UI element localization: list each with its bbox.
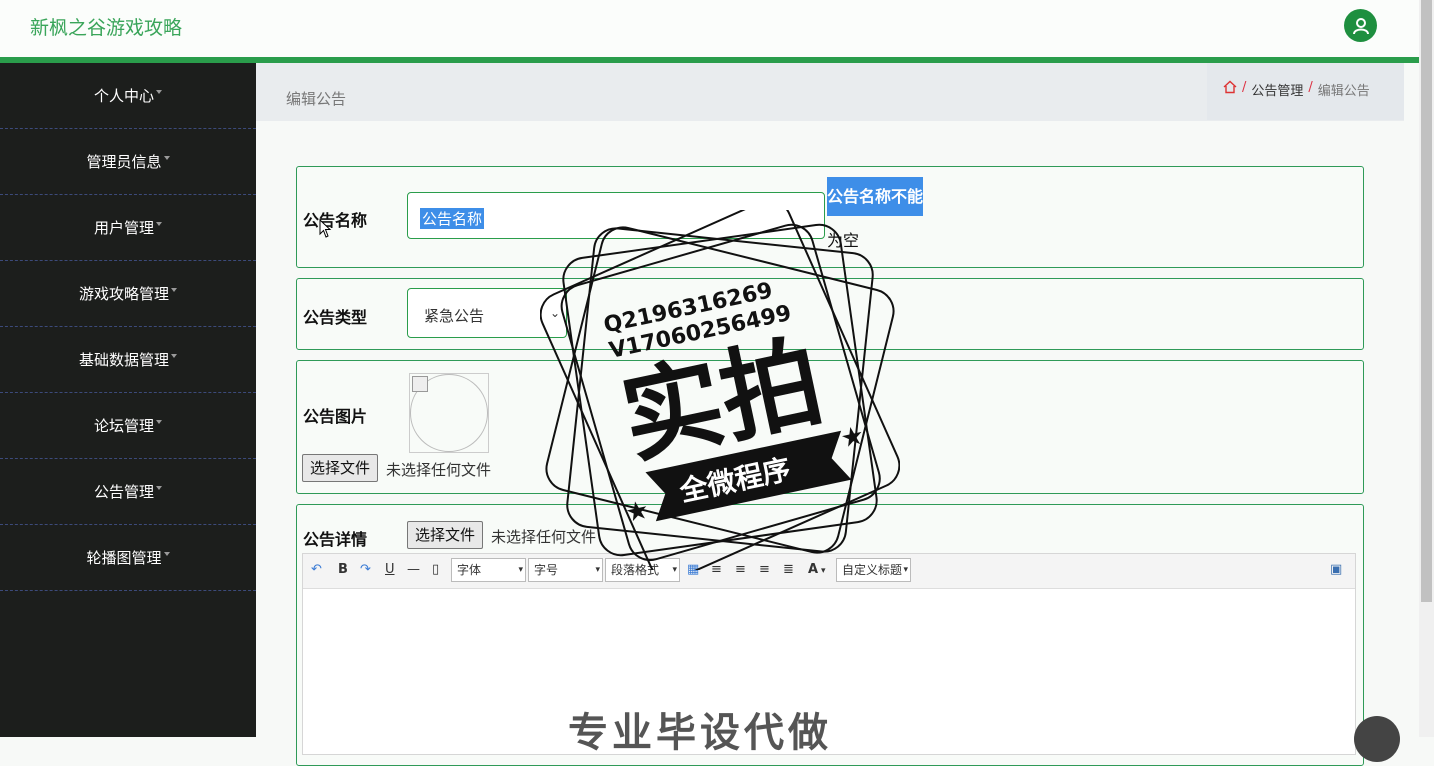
page-title: 编辑公告 <box>286 90 347 108</box>
underline-button[interactable]: U <box>385 562 395 577</box>
horizontal-rule-icon[interactable]: — <box>407 562 420 577</box>
select-label: 字体 <box>457 563 482 577</box>
top-bar: 新枫之谷游戏攻略 <box>0 0 1419 63</box>
choose-detail-file-button[interactable]: 选择文件 <box>407 521 484 549</box>
mouse-cursor-icon <box>319 219 332 238</box>
sidebar-item-label: 用户管理 <box>93 219 154 237</box>
caret-down-icon <box>171 353 177 358</box>
breadcrumb: / 公告管理 / 编辑公告 <box>1207 63 1404 120</box>
sidebar-item-label: 游戏攻略管理 <box>78 285 169 303</box>
caret-down-icon <box>156 419 162 424</box>
sidebar: 个人中心 管理员信息 用户管理 游戏攻略管理 基础数据管理 论坛管理 公告管理 … <box>0 63 256 737</box>
bold-button[interactable]: B <box>338 562 348 577</box>
image-preview <box>409 373 489 453</box>
redo-icon[interactable]: ↷ <box>360 562 371 577</box>
app-title[interactable]: 新枫之谷游戏攻略 <box>30 13 182 40</box>
sidebar-item-carousel[interactable]: 轮播图管理 <box>0 525 256 591</box>
caret-down-icon <box>156 485 162 490</box>
field-label: 公告图片 <box>303 407 368 426</box>
user-avatar-icon[interactable] <box>1344 9 1377 42</box>
watermark-bottom-text: 专业毕设代做 <box>568 710 832 756</box>
choose-image-button[interactable]: 选择文件 <box>302 454 379 482</box>
star-icon: ★ <box>838 420 867 454</box>
sidebar-item-users[interactable]: 用户管理 <box>0 195 256 261</box>
sidebar-item-label: 轮播图管理 <box>86 549 162 567</box>
breadcrumb-separator: / <box>1242 80 1247 95</box>
sidebar-item-admin[interactable]: 管理员信息 <box>0 129 256 195</box>
caret-down-icon <box>163 551 170 556</box>
home-icon[interactable] <box>1223 80 1237 98</box>
undo-icon[interactable]: ↶ <box>311 562 322 577</box>
caret-down-icon: ▾ <box>518 565 523 575</box>
preview-icon[interactable]: ▣ <box>1330 562 1342 577</box>
sidebar-item-forum[interactable]: 论坛管理 <box>0 393 256 459</box>
breadcrumb-bar: 编辑公告 / 公告管理 / 编辑公告 <box>256 63 1404 121</box>
font-family-select[interactable]: 字体 ▾ <box>451 558 526 582</box>
sidebar-item-guides[interactable]: 游戏攻略管理 <box>0 261 256 327</box>
back-to-top-button[interactable] <box>1354 716 1400 762</box>
sidebar-item-label: 公告管理 <box>93 483 154 501</box>
field-label: 公告名称 <box>303 211 368 230</box>
watermark-stamp: Q2196316269 V17060256499 实拍 全微程序 ★ ★ <box>540 210 900 570</box>
caret-down-icon <box>163 155 170 160</box>
breadcrumb-link[interactable]: 公告管理 <box>1251 80 1303 99</box>
image-file-status: 未选择任何文件 <box>386 461 492 479</box>
breadcrumb-separator: / <box>1308 80 1313 95</box>
broken-image-icon <box>412 376 428 392</box>
sidebar-item-notices[interactable]: 公告管理 <box>0 459 256 525</box>
field-label: 公告类型 <box>303 308 368 327</box>
sidebar-item-label: 基础数据管理 <box>78 351 169 369</box>
field-label: 公告详情 <box>303 530 368 549</box>
select-value: 紧急公告 <box>424 307 485 325</box>
caret-down-icon <box>156 221 162 226</box>
caret-down-icon <box>171 287 177 292</box>
scrollbar-thumb[interactable] <box>1421 0 1432 602</box>
sidebar-item-label: 论坛管理 <box>93 417 154 435</box>
breadcrumb-current: 编辑公告 <box>1317 84 1370 99</box>
sidebar-item-basedata[interactable]: 基础数据管理 <box>0 327 256 393</box>
sidebar-item-label: 管理员信息 <box>86 153 162 171</box>
sidebar-item-label: 个人中心 <box>93 87 154 105</box>
caret-down-icon: ▾ <box>903 565 908 575</box>
star-icon: ★ <box>623 495 652 529</box>
caret-down-icon <box>156 89 162 94</box>
page-icon[interactable]: ▯ <box>432 562 439 577</box>
sidebar-item-personal[interactable]: 个人中心 <box>0 63 256 129</box>
input-value: 公告名称 <box>420 208 485 229</box>
